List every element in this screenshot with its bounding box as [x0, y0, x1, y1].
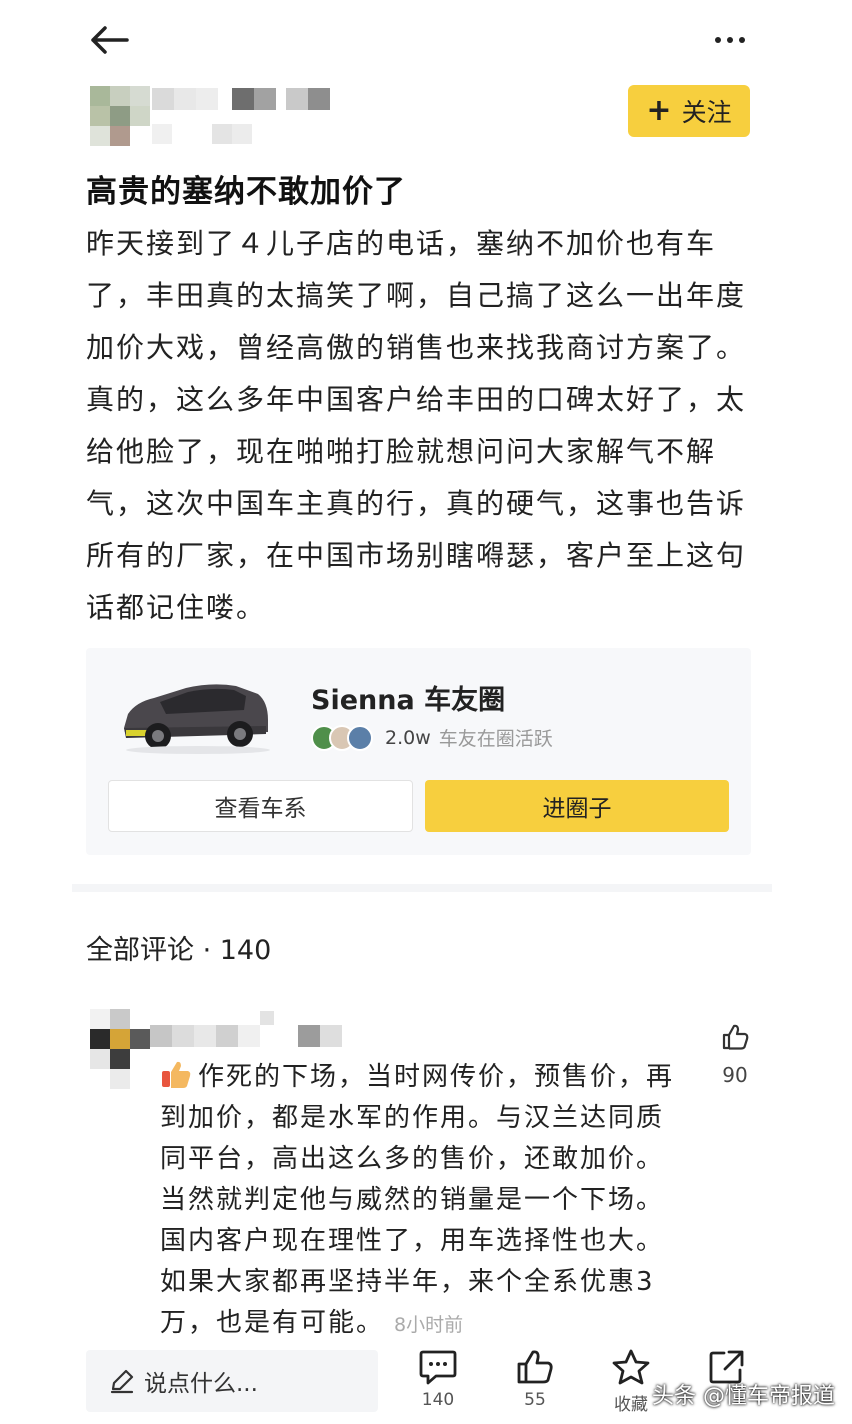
follow-button[interactable]: + 关注	[628, 85, 750, 137]
plus-icon: +	[646, 93, 672, 128]
like-button[interactable]: 55	[505, 1348, 565, 1410]
comments-count: 140	[219, 935, 272, 966]
comment-input[interactable]: 说点什么...	[86, 1350, 378, 1412]
member-active-text: 车友在圈活跃	[438, 728, 553, 750]
view-series-button[interactable]: 查看车系	[108, 780, 413, 832]
author-info-blurred	[152, 124, 262, 146]
comment-input-placeholder: 说点什么...	[144, 1371, 258, 1397]
member-count: 2.0w	[385, 726, 431, 749]
join-circle-button[interactable]: 进圈子	[425, 780, 729, 832]
car-circle-card[interactable]: Sienna 车友圈 2.0w 车友在圈活跃 查看车系 进圈子	[86, 648, 751, 855]
thumbs-up-icon	[517, 1350, 553, 1384]
commenter-avatar[interactable]	[90, 1005, 152, 1089]
like-count-label: 55	[524, 1390, 546, 1410]
comment-item: 作死的下场，当时网传价，预售价，再到加价，都是水军的作用。与汉兰达同质同平台，高…	[90, 1005, 760, 1345]
top-bar	[0, 0, 852, 80]
circle-name[interactable]: Sienna 车友圈	[311, 678, 505, 717]
section-divider	[72, 884, 772, 892]
post-body: 昨天接到了４儿子店的电话，塞纳不加价也有车了，丰田真的太搞笑了啊，自己搞了这么一…	[86, 227, 747, 624]
comment-bubble-icon	[419, 1350, 457, 1385]
post-title: 高贵的塞纳不敢加价了	[86, 174, 406, 210]
more-button[interactable]	[700, 18, 760, 62]
author-name-blurred[interactable]	[152, 88, 332, 112]
back-button[interactable]	[84, 18, 134, 62]
comment-text: 作死的下场，当时网传价，预售价，再到加价，都是水军的作用。与汉兰达同质同平台，高…	[160, 1057, 680, 1346]
author-avatar[interactable]	[90, 86, 160, 148]
circle-meta: 2.0w 车友在圈活跃	[311, 724, 553, 751]
member-avatars	[311, 724, 373, 751]
comments-button[interactable]: 140	[408, 1348, 468, 1410]
bottom-action-bar: 说点什么... 140 55 收藏 头条 @懂车帝报道	[0, 1344, 852, 1424]
star-icon	[612, 1349, 650, 1385]
comments-count-label: 140	[421, 1390, 455, 1410]
commenter-name-blurred[interactable]	[150, 1011, 360, 1049]
thumbs-up-icon	[722, 1024, 749, 1050]
pencil-icon	[110, 1369, 134, 1394]
follow-label: 关注	[681, 98, 732, 127]
sienna-car-image	[124, 684, 270, 754]
comments-header: 全部评论 · 140	[86, 935, 272, 966]
comment-like-button[interactable]: 90	[710, 1023, 760, 1087]
favorite-label: 收藏	[614, 1395, 648, 1415]
thumbs-up-emoji-icon	[162, 1061, 191, 1088]
comment-time: 8小时前	[394, 1314, 464, 1336]
comment-like-count: 90	[722, 1063, 748, 1087]
more-dots-icon	[715, 37, 721, 43]
comments-label: 全部评论	[86, 935, 194, 966]
arrow-left-icon	[91, 26, 129, 54]
post-author[interactable]	[90, 86, 350, 150]
source-watermark: 头条 @懂车帝报道	[652, 1384, 835, 1409]
comment-body: 作死的下场，当时网传价，预售价，再到加价，都是水军的作用。与汉兰达同质同平台，高…	[160, 1062, 675, 1338]
